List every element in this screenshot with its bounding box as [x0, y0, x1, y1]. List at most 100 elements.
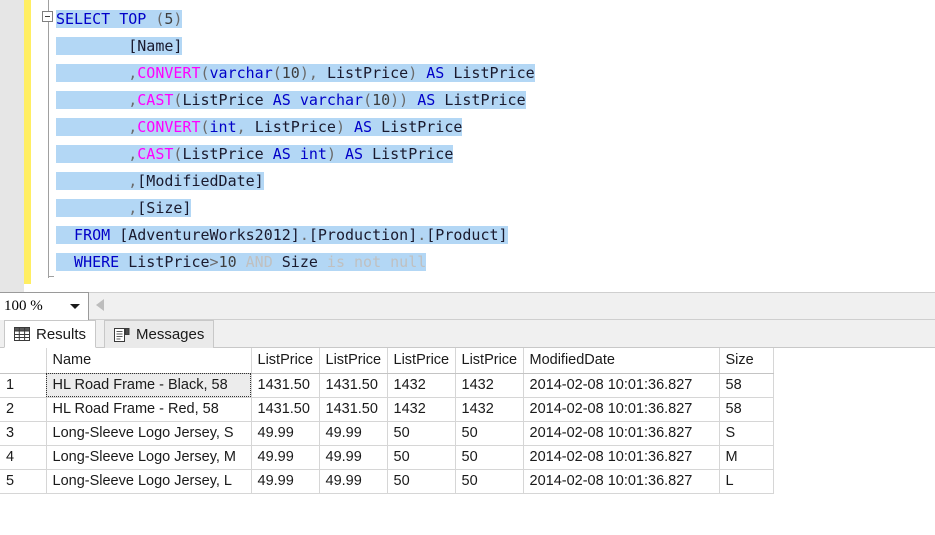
table-cell[interactable]: 2014-02-08 10:01:36.827 [523, 421, 720, 446]
code-line: ,CONVERT(varchar(10), ListPrice) AS List… [56, 60, 935, 87]
table-cell[interactable]: 50 [387, 445, 456, 470]
code-token: [Size] [137, 199, 192, 217]
table-cell[interactable]: 49.99 [319, 469, 388, 494]
outline-end-tick [48, 276, 54, 277]
results-table-body: 1 HL Road Frame - Black, 58 1431.50 1431.50… [0, 373, 774, 494]
selection-highlight: ,CONVERT(int, ListPrice) AS ListPrice [56, 118, 463, 136]
code-token: [Production] [308, 226, 418, 244]
row-number-header[interactable]: 1 [0, 373, 47, 398]
code-token: [ModifiedDate] [137, 172, 264, 190]
code-line: ,CAST(ListPrice AS int) AS ListPrice [56, 141, 935, 168]
table-cell[interactable]: M [719, 445, 774, 470]
table-cell[interactable]: 49.99 [251, 421, 320, 446]
code-line: [Name] [56, 33, 935, 60]
table-cell[interactable]: 58 [719, 397, 774, 422]
table-cell[interactable]: 50 [387, 469, 456, 494]
table-cell[interactable]: 1431.50 [251, 397, 320, 422]
code-token: [Name] [56, 37, 183, 55]
table-cell[interactable]: 50 [387, 421, 456, 446]
row-number-header[interactable]: 2 [0, 397, 47, 422]
table-cell[interactable]: 49.99 [319, 445, 388, 470]
sql-editor-pane[interactable]: SELECT TOP (5) [Name] ,CONVERT(varchar(1… [0, 0, 935, 292]
table-cell[interactable]: 50 [455, 469, 524, 494]
table-cell[interactable]: 2014-02-08 10:01:36.827 [523, 445, 720, 470]
code-token: SELECT TOP [56, 10, 156, 28]
table-cell[interactable]: 50 [455, 445, 524, 470]
tab-results[interactable]: Results [4, 320, 97, 348]
table-row[interactable]: 4 Long-Sleeve Logo Jersey, M 49.99 49.99 50 5… [0, 445, 774, 470]
table-cell[interactable]: 1431.50 [251, 373, 320, 398]
table-cell[interactable]: 1432 [387, 397, 456, 422]
column-header[interactable]: ListPrice [455, 348, 524, 374]
table-row[interactable]: 5 Long-Sleeve Logo Jersey, L 49.99 49.99 50 5… [0, 469, 774, 494]
column-header[interactable]: Size [719, 348, 774, 374]
table-row[interactable]: 1 HL Road Frame - Black, 58 1431.50 1431.50… [0, 373, 774, 398]
code-token: . [417, 226, 427, 244]
results-grid-container[interactable]: Name ListPrice ListPrice ListPrice ListPrice… [0, 348, 935, 534]
table-cell[interactable]: 49.99 [251, 469, 320, 494]
column-header[interactable]: ListPrice [319, 348, 388, 374]
code-line: ,CAST(ListPrice AS varchar(10)) AS ListP… [56, 87, 935, 114]
table-cell[interactable]: Long-Sleeve Logo Jersey, S [46, 421, 252, 446]
outline-vertical-line [48, 0, 49, 278]
row-number-header[interactable]: 5 [0, 469, 47, 494]
table-cell[interactable]: Long-Sleeve Logo Jersey, L [46, 469, 252, 494]
code-line: ,[Size] [56, 195, 935, 222]
table-cell[interactable]: 1432 [387, 373, 456, 398]
code-token: CONVERT [137, 64, 201, 82]
table-cell[interactable]: 1431.50 [319, 397, 388, 422]
code-token: ListPrice [381, 118, 463, 136]
table-cell[interactable]: 1432 [455, 373, 524, 398]
table-row[interactable]: 3 Long-Sleeve Logo Jersey, S 49.99 49.99 50 5… [0, 421, 774, 446]
code-token: AS [417, 91, 445, 109]
triangle-left-icon[interactable] [96, 299, 104, 311]
chevron-down-icon[interactable] [70, 304, 80, 309]
table-cell[interactable]: 2014-02-08 10:01:36.827 [523, 397, 720, 422]
table-cell[interactable]: 50 [455, 421, 524, 446]
code-token: , [56, 199, 138, 217]
collapse-region-icon[interactable] [42, 11, 53, 22]
code-token: , [56, 118, 138, 136]
table-cell[interactable]: 1432 [455, 397, 524, 422]
code-token: varchar [299, 91, 364, 109]
grid-corner-header[interactable] [0, 348, 47, 374]
column-header[interactable]: ListPrice [251, 348, 320, 374]
column-header[interactable]: ListPrice [387, 348, 456, 374]
code-token: )) [390, 91, 418, 109]
code-token: , [236, 118, 255, 136]
selection-highlight: ,[ModifiedDate] [56, 172, 264, 190]
table-cell[interactable]: 49.99 [319, 421, 388, 446]
code-token: ListPrice [182, 145, 273, 163]
indicator-margin [0, 0, 24, 292]
tab-messages[interactable]: Messages [104, 320, 215, 348]
row-number-header[interactable]: 4 [0, 445, 47, 470]
row-number-header[interactable]: 3 [0, 421, 47, 446]
sql-code-text[interactable]: SELECT TOP (5) [Name] ,CONVERT(varchar(1… [56, 6, 935, 276]
column-header[interactable]: ModifiedDate [523, 348, 720, 374]
table-cell[interactable]: 2014-02-08 10:01:36.827 [523, 373, 720, 398]
zoom-level-combobox[interactable]: 100 % [0, 292, 89, 321]
table-cell[interactable]: 58 [719, 373, 774, 398]
code-token: ( [200, 118, 210, 136]
code-token: ListPrice [254, 118, 336, 136]
code-token: 10 [281, 64, 300, 82]
table-cell[interactable]: HL Road Frame - Black, 58 [46, 373, 252, 398]
table-cell[interactable]: S [719, 421, 774, 446]
table-cell[interactable]: 1431.50 [319, 373, 388, 398]
table-row[interactable]: 2 HL Road Frame - Red, 58 1431.50 1431.50 14… [0, 397, 774, 422]
code-token: Size [281, 253, 318, 271]
table-cell[interactable]: 2014-02-08 10:01:36.827 [523, 469, 720, 494]
code-token: 10 [372, 91, 391, 109]
code-line: SELECT TOP (5) [56, 6, 935, 33]
outlining-column[interactable] [42, 0, 56, 292]
selection-highlight: SELECT TOP (5) [56, 10, 183, 28]
table-cell[interactable]: HL Road Frame - Red, 58 [46, 397, 252, 422]
table-cell[interactable]: L [719, 469, 774, 494]
code-token: int [299, 145, 327, 163]
column-header[interactable]: Name [46, 348, 252, 374]
code-token: AS [345, 145, 373, 163]
selection-highlight: FROM [AdventureWorks2012].[Production].[… [56, 226, 508, 244]
table-cell[interactable]: 49.99 [251, 445, 320, 470]
code-token: > [209, 253, 219, 271]
table-cell[interactable]: Long-Sleeve Logo Jersey, M [46, 445, 252, 470]
